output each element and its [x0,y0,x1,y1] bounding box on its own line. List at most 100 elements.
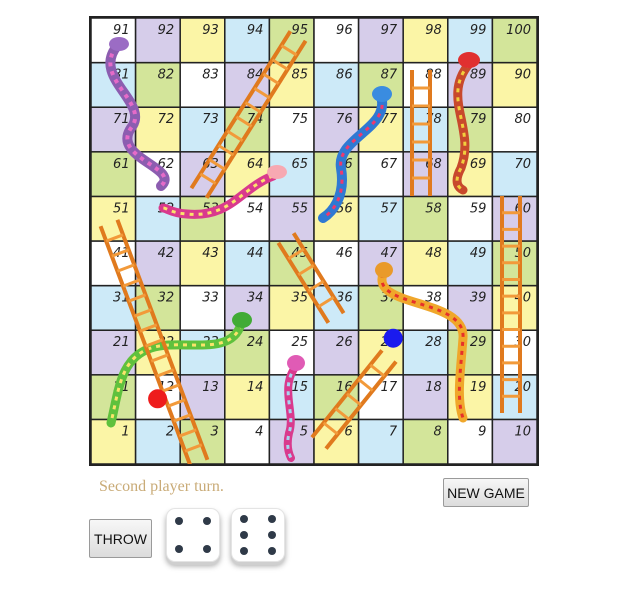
player-2-token [383,328,403,348]
cell-number: 33 [202,291,219,306]
cell-number: 17 [381,380,398,395]
cell-number: 24 [247,335,264,350]
game-board: 1 2 3 4 5 6 7 8 9 10 11 12 13 14 15 16 17 18 19 20 21 22 23 24 2… [89,16,539,466]
board-cell: 88 [402,61,449,108]
cell-number: 43 [202,246,219,261]
cell-number: 5 [300,424,308,439]
board-cell: 82 [134,61,181,108]
cell-number: 28 [425,335,442,350]
die-2 [231,508,285,562]
cell-number: 95 [291,23,308,38]
cell-number: 1 [121,424,129,439]
cell-number: 34 [247,291,264,306]
snake-head [232,312,252,328]
board-cell: 92 [134,18,181,64]
cell-number: 96 [336,23,353,38]
cell-number: 55 [291,201,308,216]
cell-number: 30 [514,335,531,350]
cell-number: 9 [478,424,486,439]
board-cell: 51 [91,195,137,242]
cell-number: 69 [470,157,487,172]
die-pip [268,531,276,539]
cell-number: 49 [470,246,487,261]
cell-number: 58 [425,201,442,216]
cell-number: 59 [470,201,487,216]
die-pip [268,547,276,555]
cell-number: 57 [381,201,398,216]
cell-number: 3 [211,424,219,439]
die-pip [203,545,211,553]
die-pip [268,515,276,523]
board-cell: 9 [447,418,494,464]
board-cell: 55 [268,195,315,242]
new-game-button[interactable]: NEW GAME [443,478,529,507]
cell-number: 51 [113,201,130,216]
board-cell: 68 [402,151,449,198]
cell-number: 25 [291,335,308,350]
cell-number: 85 [291,68,308,83]
board-cell: 4 [224,418,271,464]
board-cell: 53 [179,195,226,242]
board-cell: 97 [357,18,404,64]
cell-number: 97 [381,23,398,38]
cell-number: 7 [389,424,398,439]
cell-number: 94 [247,23,264,38]
board-cell: 90 [491,61,537,108]
board-cell: 59 [447,195,494,242]
cell-number: 2 [166,424,174,439]
cell-number: 44 [247,246,264,261]
board-cell: 86 [313,61,360,108]
die-pip [240,547,248,555]
cell-number: 79 [470,112,487,127]
cell-number: 48 [425,246,442,261]
board-cell: 67 [357,151,404,198]
cell-number: 46 [336,246,353,261]
cell-number: 91 [113,23,130,38]
cell-number: 82 [158,68,175,83]
snake-head [375,262,393,278]
board-cell: 42 [134,240,181,287]
snake-head [458,52,480,68]
cell-number: 8 [434,424,442,439]
cell-number: 20 [514,380,531,395]
cell-number: 75 [291,112,308,127]
cell-number: 4 [255,424,263,439]
board-cell: 52 [134,195,181,242]
player-1-token [148,389,168,409]
board-cell: 58 [402,195,449,242]
board-cell: 83 [179,61,226,108]
board-cell: 79 [447,106,494,153]
cell-number: 88 [425,68,442,83]
cell-number: 39 [470,291,487,306]
cell-number: 18 [425,380,442,395]
cell-number: 89 [470,68,487,83]
board-cell: 31 [91,284,137,331]
board-cell: 94 [224,18,271,64]
cell-number: 72 [158,112,175,127]
cell-number: 90 [514,68,531,83]
cell-number: 61 [113,157,130,172]
board-cell: 19 [447,374,494,421]
board-cell: 43 [179,240,226,287]
cell-number: 40 [514,291,531,306]
throw-button[interactable]: THROW [89,519,152,558]
cell-number: 93 [202,23,219,38]
board-cell: 8 [402,418,449,464]
cell-number: 21 [113,335,130,350]
cell-number: 19 [470,380,487,395]
snake-head [109,37,129,51]
cell-number: 47 [381,246,398,261]
cell-number: 32 [158,291,175,306]
board-cell: 10 [491,418,537,464]
cell-number: 54 [247,201,264,216]
board-cell: 78 [402,106,449,153]
die-pip [175,517,183,525]
cell-number: 92 [158,23,175,38]
snake-head [267,165,287,179]
cell-number: 80 [514,112,531,127]
cell-number: 35 [291,291,308,306]
cell-number: 86 [336,68,353,83]
cell-number: 42 [158,246,175,261]
board-cell: 23 [179,329,226,376]
die-pip [240,531,248,539]
